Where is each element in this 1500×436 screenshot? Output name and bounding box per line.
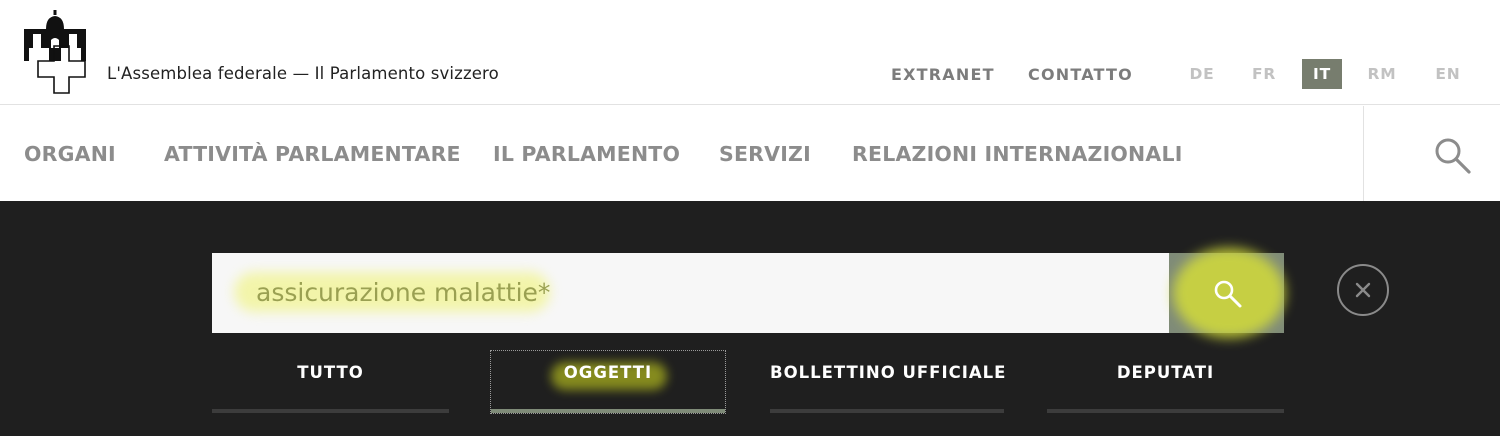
search-icon[interactable] [1433, 136, 1473, 176]
tab-tutto[interactable]: TUTTO [212, 351, 449, 413]
nav-divider [1363, 106, 1364, 201]
extranet-link[interactable]: EXTRANET [891, 65, 995, 84]
tab-label: TUTTO [297, 363, 364, 382]
site-title: L'Assemblea federale — Il Parlamento svi… [107, 64, 499, 83]
tab-label: BOLLETTINO UFFICIALE [770, 363, 1007, 382]
search-panel: assicurazione malattie* TUTTO OGGETTI BO… [0, 201, 1500, 436]
tab-underline [1047, 409, 1284, 413]
lang-it[interactable]: IT [1302, 59, 1342, 89]
nav-item-servizi[interactable]: SERVIZI [719, 142, 811, 166]
close-search-button[interactable] [1337, 264, 1389, 316]
close-icon [1355, 282, 1371, 298]
top-header: L'Assemblea federale — Il Parlamento svi… [0, 0, 1500, 105]
tab-bollettino-ufficiale[interactable]: BOLLETTINO UFFICIALE [770, 351, 1007, 413]
tab-oggetti[interactable]: OGGETTI [490, 350, 726, 414]
lang-rm[interactable]: RM [1362, 59, 1402, 89]
tab-label: OGGETTI [563, 363, 653, 382]
tab-underline [770, 409, 1004, 413]
search-query[interactable]: assicurazione malattie* [256, 278, 550, 307]
tab-underline [212, 409, 449, 413]
contact-link[interactable]: CONTATTO [1028, 65, 1133, 84]
nav-item-il-parlamento[interactable]: IL PARLAMENTO [493, 142, 680, 166]
lang-en[interactable]: EN [1428, 59, 1468, 89]
nav-item-attivita-parlamentare[interactable]: ATTIVITÀ PARLAMENTARE [164, 142, 461, 166]
nav-item-relazioni-internazionali[interactable]: RELAZIONI INTERNAZIONALI [852, 142, 1183, 166]
search-icon [1214, 280, 1242, 308]
main-nav: ORGANI ATTIVITÀ PARLAMENTARE IL PARLAMEN… [0, 106, 1500, 201]
tab-label: DEPUTATI [1116, 363, 1215, 382]
tab-underline [491, 409, 725, 413]
tab-deputati[interactable]: DEPUTATI [1047, 351, 1284, 413]
parliament-logo-icon [24, 10, 86, 94]
nav-item-organi[interactable]: ORGANI [24, 142, 116, 166]
lang-fr[interactable]: FR [1244, 59, 1284, 89]
lang-de[interactable]: DE [1182, 59, 1222, 89]
